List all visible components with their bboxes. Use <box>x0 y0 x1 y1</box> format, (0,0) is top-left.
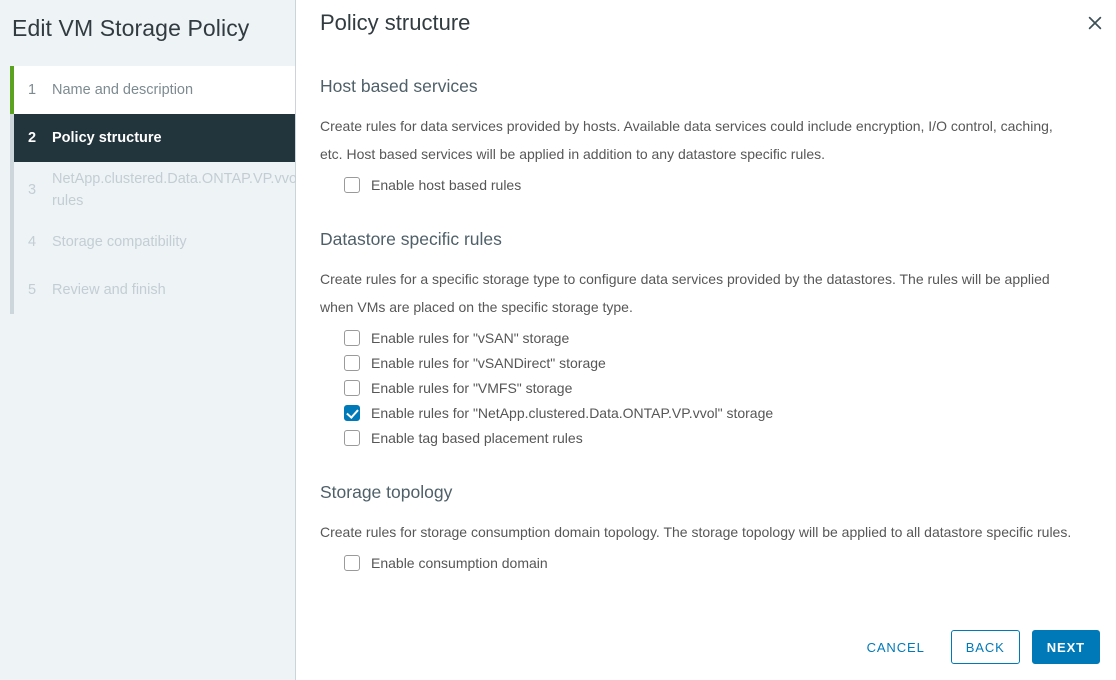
back-button[interactable]: BACK <box>951 630 1020 664</box>
checkbox-row[interactable]: Enable rules for "VMFS" storage <box>344 375 1092 400</box>
next-button[interactable]: NEXT <box>1032 630 1100 664</box>
host-based-services-description: Create rules for data services provided … <box>320 112 1062 168</box>
checkbox-label: Enable rules for "vSAN" storage <box>371 328 569 348</box>
checkbox-icon[interactable] <box>344 430 360 446</box>
checkbox-icon[interactable] <box>344 555 360 571</box>
wizard-step-number: 1 <box>28 82 52 98</box>
checkbox-label: Enable rules for "vSANDirect" storage <box>371 353 606 373</box>
wizard-step-label: Review and finish <box>52 279 172 301</box>
host-based-checkbox-list: Enable host based rules <box>320 172 1092 197</box>
checkbox-label: Enable rules for "NetApp.clustered.Data.… <box>371 403 773 423</box>
dialog-title: Edit VM Storage Policy <box>0 0 295 43</box>
storage-topology-heading: Storage topology <box>320 480 1092 504</box>
checkbox-icon[interactable] <box>344 330 360 346</box>
checkbox-row[interactable]: Enable rules for "vSANDirect" storage <box>344 350 1092 375</box>
storage-topology-description: Create rules for storage consumption dom… <box>320 518 1092 546</box>
wizard-step-number: 2 <box>28 130 52 146</box>
close-icon[interactable] <box>1082 10 1108 36</box>
wizard-step-1[interactable]: 1Name and description <box>14 66 295 114</box>
checkbox-row[interactable]: Enable tag based placement rules <box>344 425 1092 450</box>
storage-topology-checkbox-list: Enable consumption domain <box>320 550 1092 575</box>
checkbox-label: Enable rules for "VMFS" storage <box>371 378 572 398</box>
wizard-step-number: 4 <box>28 234 52 250</box>
wizard-step-number: 3 <box>28 182 52 198</box>
checkbox-row[interactable]: Enable rules for "NetApp.clustered.Data.… <box>344 400 1092 425</box>
wizard-step-number: 5 <box>28 282 52 298</box>
wizard-step-label: Policy structure <box>52 127 168 149</box>
checkbox-label: Enable host based rules <box>371 175 521 195</box>
checkbox-icon[interactable] <box>344 380 360 396</box>
edit-vm-storage-policy-dialog: Edit VM Storage Policy 1Name and descrip… <box>0 0 1116 680</box>
datastore-specific-checkbox-list: Enable rules for "vSAN" storage Enable ru… <box>320 325 1092 450</box>
checkbox-icon[interactable] <box>344 355 360 371</box>
wizard-step-3[interactable]: 3NetApp.clustered.Data.ONTAP.VP.vvol rul… <box>14 162 295 218</box>
checkbox-row[interactable]: Enable host based rules <box>344 172 1092 197</box>
checkbox-row[interactable]: Enable rules for "vSAN" storage <box>344 325 1092 350</box>
wizard-step-list: 1Name and description2Policy structure3N… <box>0 66 295 314</box>
page-title: Policy structure <box>296 0 1116 38</box>
datastore-specific-rules-heading: Datastore specific rules <box>320 227 1092 251</box>
policy-structure-content: Host based services Create rules for dat… <box>296 74 1116 575</box>
dialog-footer: CANCEL BACK NEXT <box>296 614 1116 680</box>
wizard-step-label: NetApp.clustered.Data.ONTAP.VP.vvol rule… <box>52 168 306 212</box>
wizard-step-label: Name and description <box>52 79 199 101</box>
wizard-step-4[interactable]: 4Storage compatibility <box>14 218 295 266</box>
wizard-step-label: Storage compatibility <box>52 231 193 253</box>
wizard-step-2[interactable]: 2Policy structure <box>14 114 295 162</box>
checkbox-label: Enable consumption domain <box>371 553 548 573</box>
wizard-step-5[interactable]: 5Review and finish <box>14 266 295 314</box>
wizard-sidebar: Edit VM Storage Policy 1Name and descrip… <box>0 0 296 680</box>
checkbox-checked-icon[interactable] <box>344 405 360 421</box>
checkbox-icon[interactable] <box>344 177 360 193</box>
checkbox-row[interactable]: Enable consumption domain <box>344 550 1092 575</box>
host-based-services-heading: Host based services <box>320 74 1092 98</box>
datastore-specific-rules-description: Create rules for a specific storage type… <box>320 265 1062 321</box>
wizard-main-pane: Policy structure Host based services Cre… <box>296 0 1116 680</box>
cancel-button[interactable]: CANCEL <box>853 630 939 664</box>
checkbox-label: Enable tag based placement rules <box>371 428 583 448</box>
